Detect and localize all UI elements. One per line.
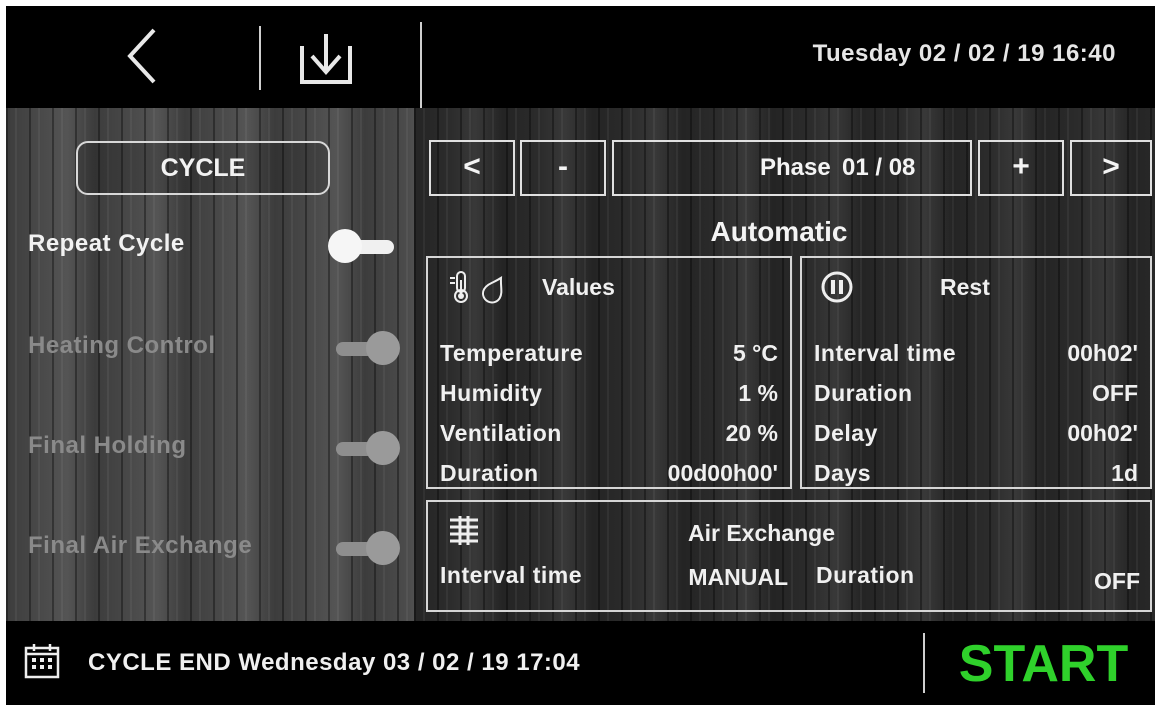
- right-panel: < - Phase 01 / 08 + > Automatic Values T…: [414, 108, 1155, 621]
- phase-plus-button[interactable]: +: [978, 140, 1064, 196]
- phase-prev-button[interactable]: <: [429, 140, 515, 196]
- start-button[interactable]: START: [936, 629, 1151, 699]
- back-button[interactable]: [106, 16, 196, 96]
- cycle-end-text: CYCLE END Wednesday 03 / 02 / 19 17:04: [88, 649, 581, 676]
- values-panel: Values Temperature 5 °C Humidity 1 % Ventila…: [426, 256, 792, 489]
- toggle-label: Heating Control: [28, 332, 216, 359]
- toggle-knob: [366, 431, 400, 465]
- row-label: Humidity: [440, 380, 543, 406]
- calendar-icon: [24, 644, 60, 679]
- left-panel: CYCLE Repeat Cycle Heating Control Final H…: [6, 108, 414, 621]
- divider: [923, 633, 925, 693]
- cycle-button[interactable]: CYCLE: [76, 141, 330, 195]
- toggle-switch[interactable]: [328, 228, 400, 263]
- toggle-knob: [366, 331, 400, 365]
- toggle-label: Final Holding: [28, 432, 187, 459]
- row-value[interactable]: 00h02': [958, 340, 1138, 367]
- bottom-bar: CYCLE END Wednesday 03 / 02 / 19 17:04 S…: [6, 621, 1155, 705]
- rest-title: Rest: [940, 274, 990, 300]
- row-label: Temperature: [440, 340, 584, 366]
- air-exchange-icon: [450, 516, 478, 545]
- phase-value: 01 / 08: [842, 154, 916, 181]
- row-label: Delay: [814, 420, 878, 446]
- divider: [420, 22, 422, 108]
- air-exchange-panel: Air Exchange Interval time MANUAL Durati…: [426, 500, 1152, 612]
- current-datetime: Tuesday 02 / 02 / 19 16:40: [812, 40, 1116, 67]
- top-bar: Tuesday 02 / 02 / 19 16:40: [6, 6, 1155, 108]
- air-duration-label: Duration: [816, 562, 915, 588]
- phase-label: Phase: [760, 154, 831, 181]
- toggle-switch[interactable]: [328, 330, 400, 365]
- row-value[interactable]: OFF: [958, 380, 1138, 407]
- toggle-row: Heating Control: [28, 320, 408, 370]
- phase-indicator: Phase 01 / 08: [612, 140, 972, 196]
- download-icon: [300, 34, 352, 84]
- row-label: Ventilation: [440, 420, 562, 446]
- row-label: Interval time: [814, 340, 956, 366]
- row-value[interactable]: 5 °C: [598, 340, 778, 367]
- toggle-row: Repeat Cycle: [28, 218, 408, 268]
- pause-icon: [821, 271, 853, 303]
- air-exchange-title: Air Exchange: [688, 520, 835, 546]
- air-interval-label: Interval time: [440, 562, 582, 588]
- row-value[interactable]: 00h02': [958, 420, 1138, 447]
- air-duration-value[interactable]: OFF: [1028, 568, 1140, 595]
- row-label: Duration: [440, 460, 539, 486]
- toggle-row: Final Air Exchange: [28, 520, 408, 570]
- row-value[interactable]: 1d: [958, 460, 1138, 487]
- divider: [259, 26, 261, 90]
- phase-minus-button[interactable]: -: [520, 140, 606, 196]
- rest-panel: Rest Interval time 00h02' Duration OFF Delay…: [800, 256, 1152, 489]
- thermometer-icon: [450, 271, 468, 303]
- row-value[interactable]: 1 %: [598, 380, 778, 407]
- toggle-knob: [328, 229, 362, 263]
- toggle-knob: [366, 531, 400, 565]
- row-label: Duration: [814, 380, 913, 406]
- row-value[interactable]: 20 %: [598, 420, 778, 447]
- chevron-left-icon: [127, 28, 156, 84]
- download-button[interactable]: [296, 28, 356, 88]
- droplet-icon: [482, 275, 503, 304]
- toggle-switch[interactable]: [328, 530, 400, 565]
- phase-next-button[interactable]: >: [1070, 140, 1152, 196]
- toggle-switch[interactable]: [328, 430, 400, 465]
- row-value[interactable]: 00d00h00': [598, 460, 778, 487]
- air-interval-value[interactable]: MANUAL: [638, 564, 788, 591]
- row-label: Days: [814, 460, 871, 486]
- mode-label: Automatic: [710, 216, 848, 247]
- hmi-screen: Tuesday 02 / 02 / 19 16:40 CYCLE Repeat …: [6, 6, 1155, 705]
- toggle-label: Repeat Cycle: [28, 230, 185, 257]
- toggle-row: Final Holding: [28, 420, 408, 470]
- values-title: Values: [542, 274, 615, 300]
- toggle-label: Final Air Exchange: [28, 532, 253, 559]
